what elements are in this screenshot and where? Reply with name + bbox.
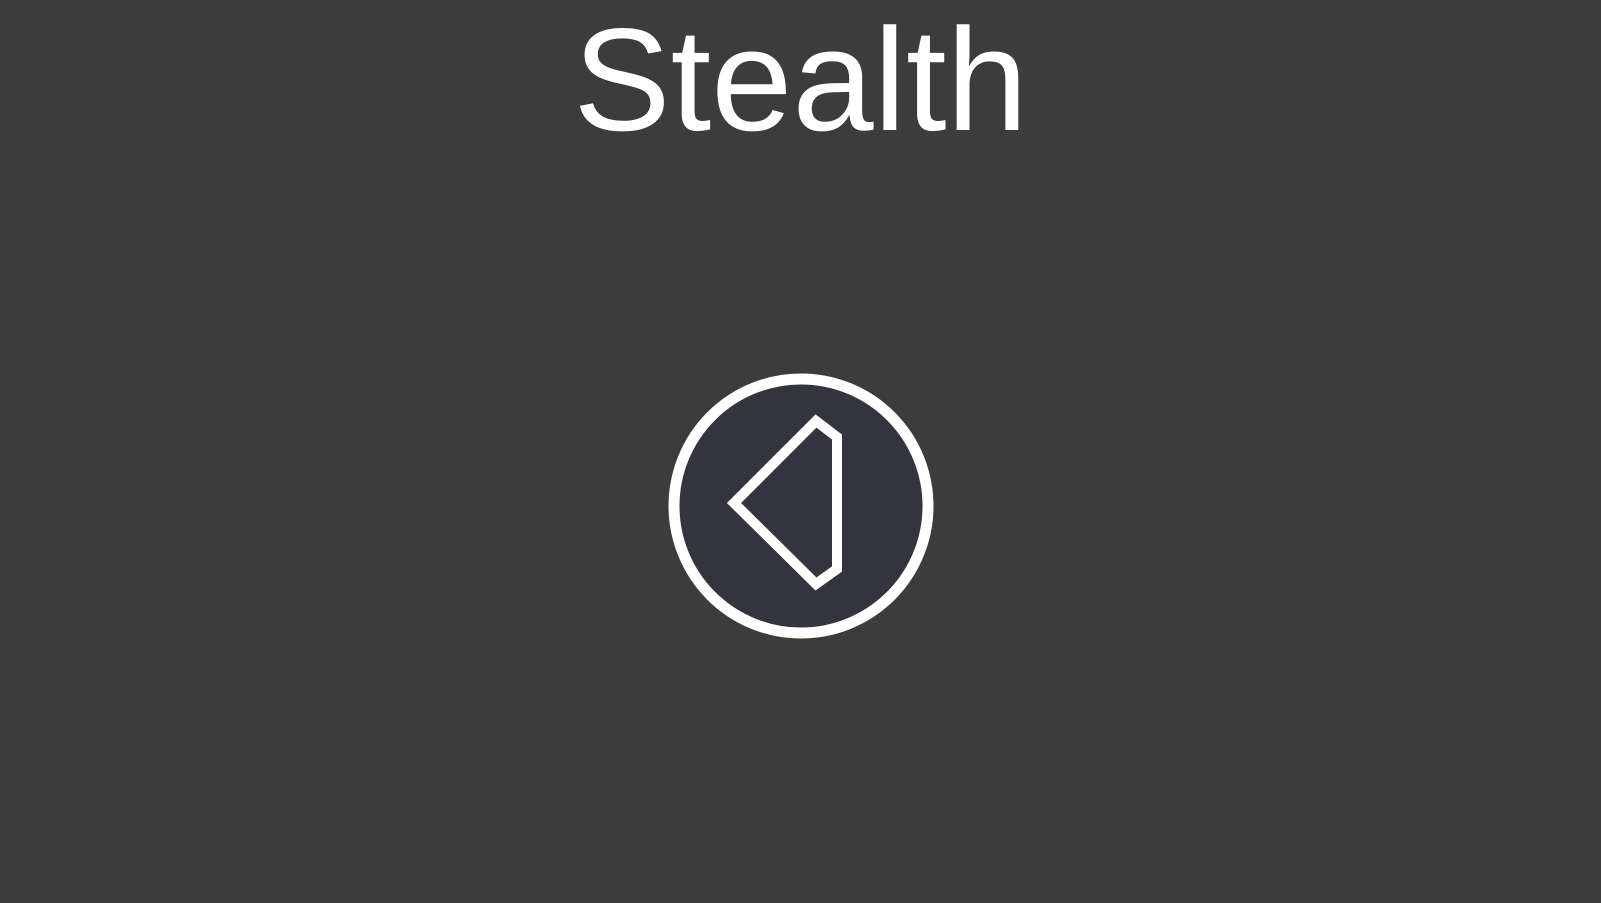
back-button-ring xyxy=(668,373,934,639)
back-button-graphic xyxy=(668,373,934,639)
game-title: Stealth xyxy=(573,0,1028,161)
back-button[interactable] xyxy=(668,373,934,639)
game-screen: Stealth xyxy=(0,0,1601,903)
